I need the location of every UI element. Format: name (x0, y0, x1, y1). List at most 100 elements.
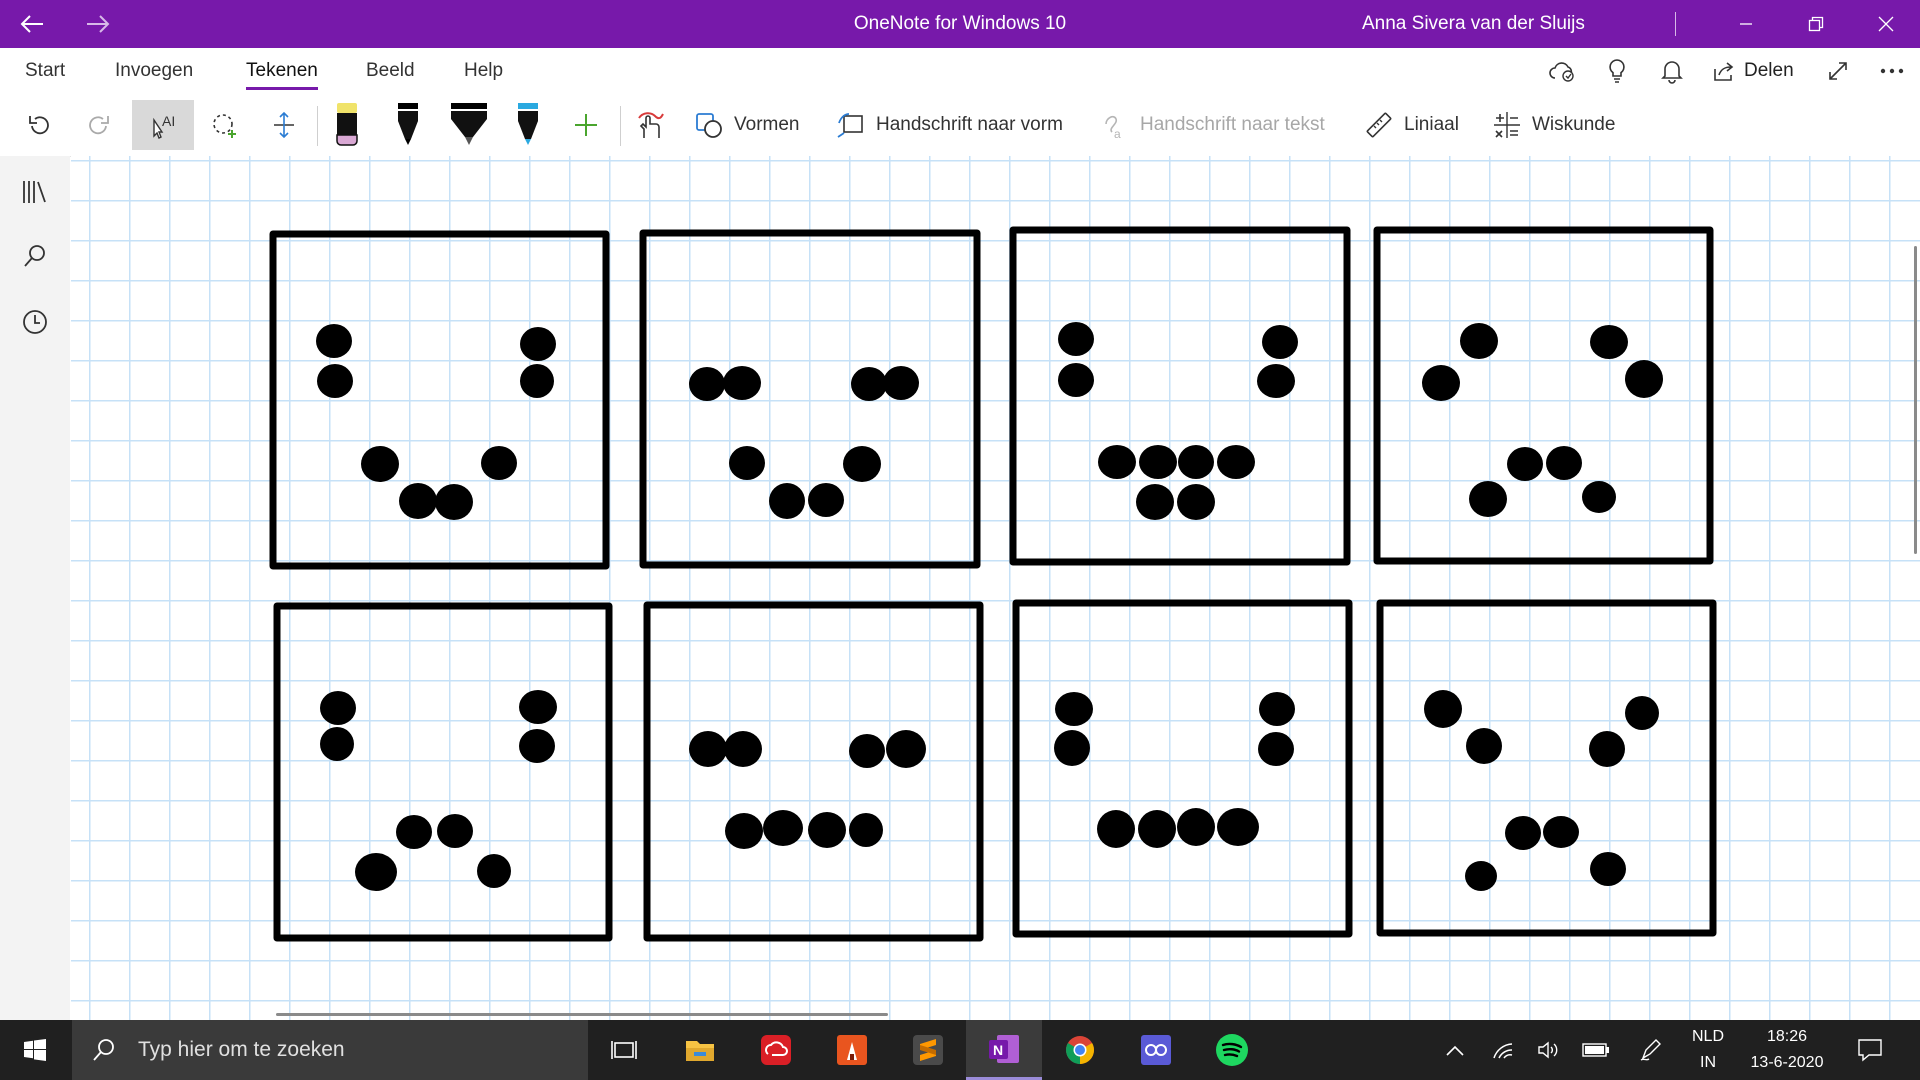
tab-help[interactable]: Help (464, 58, 503, 90)
ink-dot (361, 446, 399, 482)
app-orange-icon[interactable] (814, 1020, 890, 1080)
notification-center-icon[interactable] (1850, 1020, 1890, 1080)
blue-pen[interactable] (505, 100, 551, 150)
title-bar: OneNote for Windows 10 Anna Sivera van d… (0, 0, 1920, 48)
spotify-icon[interactable] (1194, 1020, 1270, 1080)
ink-dot (1625, 696, 1659, 730)
pen-icon (398, 103, 418, 145)
close-button[interactable] (1858, 0, 1914, 48)
type-select-tool[interactable]: AI (132, 100, 194, 150)
highlighter-pen[interactable] (324, 100, 370, 150)
black-pen[interactable] (385, 100, 431, 150)
pen-icon (518, 103, 538, 145)
ink-dot (435, 484, 473, 520)
more-options-icon[interactable] (1870, 48, 1914, 94)
input-language[interactable]: NLD IN (1680, 1020, 1736, 1080)
ink-dot (1460, 323, 1498, 359)
share-button[interactable]: Delen (1712, 48, 1794, 94)
ink-dot (849, 734, 885, 768)
ink-dot (1590, 325, 1628, 359)
title-separator (1675, 12, 1676, 36)
math-icon (1494, 112, 1520, 138)
math-button[interactable]: Wiskunde (1492, 100, 1615, 150)
keyboard-layout: IN (1700, 1054, 1716, 1071)
ink-dot (1259, 692, 1295, 726)
minimize-button[interactable] (1718, 0, 1774, 48)
vertical-scrollbar[interactable] (1914, 246, 1917, 554)
lightbulb-icon[interactable] (1595, 48, 1639, 94)
lasso-select-tool[interactable] (200, 100, 250, 150)
ruler-button[interactable]: Liniaal (1364, 100, 1459, 150)
windows-taskbar: N NLD IN 18:26 13-6-2020 (0, 1020, 1920, 1080)
arduino-icon[interactable] (1118, 1020, 1194, 1080)
shapes-button[interactable]: Vormen (694, 100, 799, 150)
add-space-tool[interactable] (259, 100, 309, 150)
math-label: Wiskunde (1532, 114, 1616, 135)
add-pen-button[interactable] (564, 100, 608, 150)
share-icon (1714, 62, 1734, 81)
tab-beeld[interactable]: Beeld (366, 58, 415, 90)
svg-text:AI: AI (162, 113, 175, 129)
ink-dot (1054, 730, 1090, 766)
shapes-label: Vormen (734, 114, 800, 135)
search-input[interactable] (136, 1037, 580, 1063)
wifi-icon[interactable] (1488, 1020, 1518, 1080)
ink-dot (1466, 728, 1502, 764)
pen-workspace-icon[interactable] (1636, 1020, 1666, 1080)
ink-dot (437, 814, 473, 848)
ink-dot (725, 813, 763, 849)
ink-dot (519, 690, 557, 724)
face-frame (1376, 599, 1717, 937)
ink-dot (1262, 325, 1298, 359)
ink-dot (808, 483, 844, 517)
ink-dot (477, 854, 511, 888)
task-view-icon[interactable] (586, 1020, 662, 1080)
lasso-icon (213, 114, 236, 138)
volume-icon[interactable] (1534, 1020, 1564, 1080)
ink-dot (729, 446, 765, 480)
ink-dot (1507, 447, 1543, 481)
redo-button[interactable] (74, 100, 124, 150)
creative-cloud-icon[interactable] (738, 1020, 814, 1080)
ink-dot (883, 366, 919, 400)
ink-dot (320, 691, 356, 725)
ink-dot (1465, 861, 1497, 891)
undo-button[interactable] (14, 100, 64, 150)
recent-notes-icon[interactable] (15, 302, 55, 342)
face-frame (273, 602, 613, 942)
show-hidden-icons[interactable] (1440, 1020, 1470, 1080)
notebooks-icon[interactable] (15, 172, 55, 212)
restore-button[interactable] (1788, 0, 1844, 48)
ink-dot (481, 446, 517, 480)
bell-icon[interactable] (1650, 48, 1694, 94)
back-arrow-icon[interactable] (4, 0, 60, 48)
sublime-text-icon[interactable] (890, 1020, 966, 1080)
file-explorer-icon[interactable] (662, 1020, 738, 1080)
search-icon[interactable] (15, 236, 55, 276)
tab-start[interactable]: Start (25, 58, 65, 90)
forward-arrow-icon[interactable] (70, 0, 126, 48)
ink-dot (399, 483, 437, 519)
note-canvas[interactable] (71, 156, 1920, 1020)
marker-icon (451, 103, 487, 145)
user-name[interactable]: Anna Sivera van der Sluijs (1362, 0, 1585, 48)
ink-dot (1543, 816, 1579, 848)
clock[interactable]: 18:26 13-6-2020 (1742, 1020, 1832, 1080)
ruler-icon (1366, 112, 1392, 138)
horizontal-scrollbar[interactable] (276, 1013, 888, 1016)
ink-dot (1590, 852, 1626, 886)
ink-to-text-button[interactable]: a Handschrift naar tekst (1100, 100, 1325, 150)
taskbar-search[interactable] (72, 1020, 588, 1080)
tab-tekenen[interactable]: Tekenen (246, 58, 318, 90)
ink-to-shape-button[interactable]: Handschrift naar vorm (836, 100, 1063, 150)
tab-invoegen[interactable]: Invoegen (115, 58, 193, 90)
battery-icon[interactable] (1580, 1020, 1612, 1080)
chrome-icon[interactable] (1042, 1020, 1118, 1080)
black-marker[interactable] (443, 100, 495, 150)
start-button[interactable] (0, 1020, 70, 1080)
ink-replay-tool[interactable] (628, 100, 672, 150)
ink-dot (1177, 484, 1215, 520)
fullscreen-icon[interactable] (1816, 48, 1860, 94)
onenote-taskbar-icon[interactable]: N (966, 1020, 1042, 1080)
sync-status-icon[interactable] (1540, 48, 1584, 94)
